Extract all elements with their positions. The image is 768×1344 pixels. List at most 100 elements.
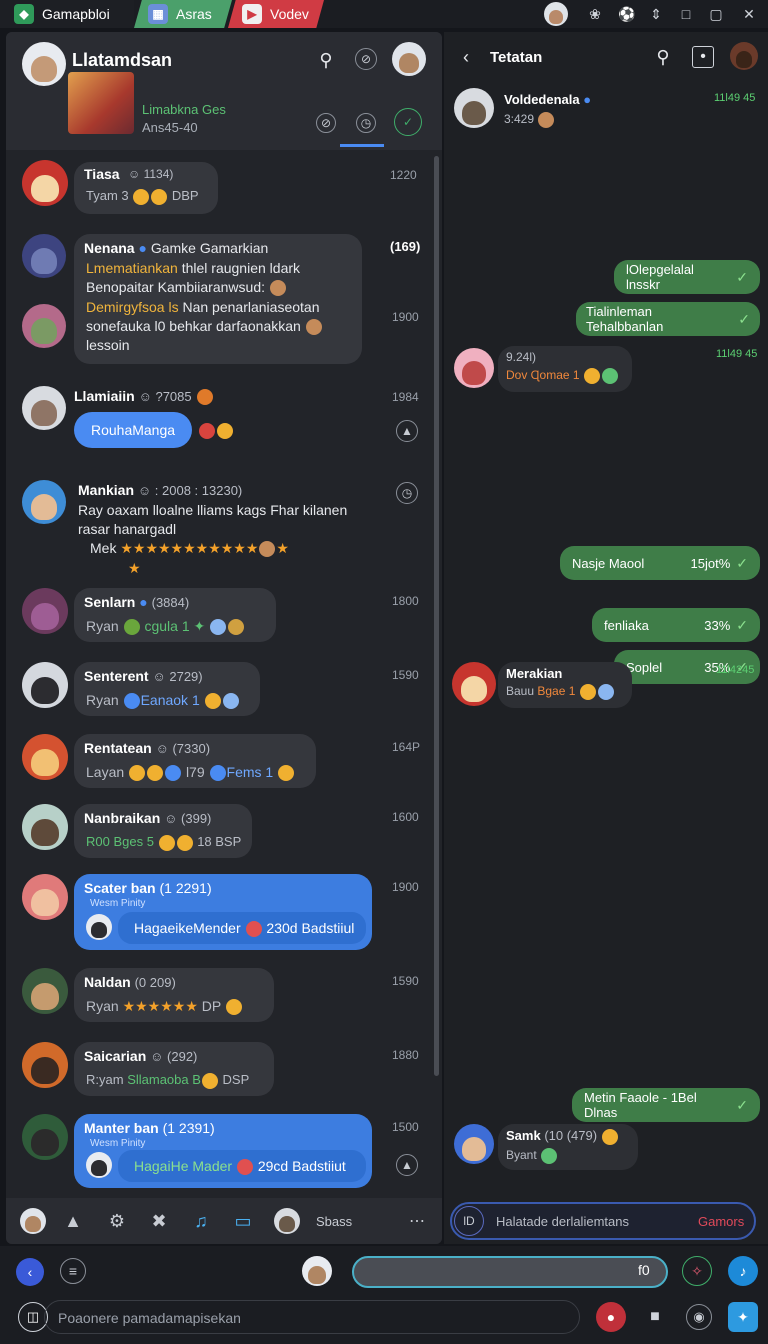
- chat-preview: Lmematiankan thlel raugnien ldark: [86, 260, 301, 276]
- search-icon[interactable]: ⚲: [314, 48, 338, 72]
- chat-item[interactable]: Saicarian ☺ (292) R:yam Sllamaoba B DSP …: [6, 1040, 430, 1102]
- chat-header: Manter ban (1 2391): [84, 1120, 215, 1136]
- music-icon[interactable]: ♫: [190, 1210, 212, 1232]
- chat-time: 1590: [392, 974, 419, 988]
- message-bubble-outgoing[interactable]: fenliaka 33% ✓: [592, 608, 760, 642]
- chat-list-panel: Llatamdsan ⚲ ⊘ Limabkna Ges Ans45-40 ⊘ ◷…: [6, 32, 442, 1244]
- bookmark-icon[interactable]: □: [675, 4, 697, 24]
- app-logo-icon: ◆: [14, 4, 34, 24]
- chat-time: 1590: [392, 668, 419, 682]
- back-icon[interactable]: ‹: [456, 46, 476, 68]
- toolbar-contact-avatar[interactable]: [274, 1208, 300, 1234]
- star-icon: ★: [128, 560, 141, 576]
- user-avatar[interactable]: [22, 42, 66, 86]
- tools-icon[interactable]: ✖: [148, 1210, 170, 1232]
- chat-time: 1900: [392, 310, 419, 324]
- back-circle-icon[interactable]: ‹: [16, 1258, 44, 1286]
- header-avatar[interactable]: [730, 42, 758, 70]
- chat-item[interactable]: Senterent ☺ 2729) Ryan Eanaok 1 1590: [6, 660, 430, 722]
- message-bubble-outgoing[interactable]: Metin Faaole - 1Bel Dlnas ✓: [572, 1088, 760, 1122]
- window-icon[interactable]: ▢: [705, 4, 727, 24]
- chat-header: Llamiaiin ☺ ?7085: [74, 388, 214, 406]
- calendar-icon[interactable]: •: [692, 46, 714, 68]
- banner-thumbnail[interactable]: [68, 72, 134, 134]
- footer-field[interactable]: [352, 1256, 668, 1288]
- chat-item[interactable]: Llamiaiin ☺ ?7085 RouhaManga 1984 ▲: [6, 382, 430, 454]
- more-icon[interactable]: ⋯: [406, 1210, 428, 1232]
- message-bubble-outgoing[interactable]: Nasje Maool 15jot% ✓: [560, 546, 760, 580]
- record-icon[interactable]: ●: [596, 1302, 626, 1332]
- send-icon[interactable]: ✦: [728, 1302, 758, 1332]
- chat-item[interactable]: Nanbraikan ☺ (399) R00 Bges 5 18 BSP 160…: [6, 802, 430, 864]
- chat-avatar: [22, 304, 66, 348]
- compass-icon[interactable]: ⊘: [316, 113, 336, 133]
- upload-icon[interactable]: ▲: [62, 1210, 84, 1232]
- chat-item[interactable]: Rentatean ☺ (7330) Layan l79 Fems 1 164P: [6, 732, 430, 794]
- chat-item[interactable]: Senlarn ● (3884) Ryan cgula 1 ✦ 1800: [6, 586, 430, 648]
- timer-icon[interactable]: ◷: [396, 482, 418, 504]
- close-icon[interactable]: ✕: [738, 4, 760, 24]
- chat-item[interactable]: Nenana ● Gamke Gamarkian Lmematiankan th…: [6, 232, 430, 368]
- profile-avatar[interactable]: [544, 2, 568, 26]
- chat-preview: Demirgyfsoa ls Nan penarlaniaseotan: [86, 299, 320, 315]
- mute-icon[interactable]: ▲: [396, 420, 418, 442]
- chat-time: 1880: [392, 1048, 419, 1062]
- menu-icon[interactable]: ≡: [60, 1258, 86, 1284]
- tab-vodev[interactable]: ▶ Vodev: [228, 0, 324, 28]
- footer-avatar[interactable]: [302, 1256, 332, 1286]
- chat-time: 1984: [392, 390, 419, 404]
- chat-time: 1500: [392, 1120, 419, 1134]
- contact-time: 11Ɩ49 45: [714, 92, 756, 104]
- contact-avatar[interactable]: [454, 88, 494, 128]
- conversation-panel: ‹ Tetatan ⚲ • Voldedenala ● 3:429 11Ɩ49 …: [444, 32, 768, 1244]
- chat-preview: Ryan cgula 1 ✦: [86, 618, 245, 636]
- pin-icon[interactable]: ⇕: [645, 4, 667, 24]
- chat-time: 1220: [390, 168, 417, 182]
- chat-time: (169): [390, 239, 421, 254]
- chat-item[interactable]: Scater ban (1 2291) Wesm Pinity Hagaeike…: [6, 872, 430, 956]
- chat-preview: Ryan ★★★★★★ DP: [86, 998, 243, 1016]
- chat-item[interactable]: Naldan (0 209) Ryan ★★★★★★ DP 1590: [6, 966, 430, 1028]
- clock-icon[interactable]: ◷: [356, 113, 376, 133]
- tab-gamapbloi[interactable]: ◆ Gamapbloi: [0, 0, 134, 28]
- tab-strip: ◆ Gamapbloi ▦ Asras ▶ Vodev ❀ ⚽ ⇕ □ ▢ ✕: [0, 0, 768, 28]
- settings-icon[interactable]: ⚙: [106, 1210, 128, 1232]
- music-note-icon[interactable]: ♪: [728, 1256, 758, 1286]
- message-bubble-outgoing[interactable]: Tialinleman Tehalbbanlan ✓: [576, 302, 760, 336]
- footer-field-value: f0: [638, 1262, 650, 1278]
- chat-preview: Ray oaxam lloalne lliams kags Fhar kilan…: [78, 502, 348, 518]
- tab-asras[interactable]: ▦ Asras: [134, 0, 232, 28]
- screen-icon[interactable]: ▭: [232, 1210, 254, 1232]
- message-sender: Samk (10 (479): [506, 1128, 619, 1145]
- sender-avatar: [454, 348, 494, 388]
- message-time: 11Ɩ4245: [716, 664, 755, 676]
- message-bubble-outgoing[interactable]: lOlepgelalal lnsskr ✓: [614, 260, 760, 294]
- contact-avatar[interactable]: [392, 42, 426, 76]
- message-text: Byant: [506, 1148, 558, 1164]
- message-text: Dov Ɋomae 1: [506, 368, 619, 384]
- chat-avatar: [22, 386, 66, 430]
- chat-header: Nanbraikan ☺ (399): [84, 810, 212, 826]
- chat-item[interactable]: Tiasa ☺ 1134) Tyam 3 DBP 1220: [6, 156, 430, 218]
- tag-icon[interactable]: ✧: [682, 1256, 712, 1286]
- extension-icon[interactable]: ❀: [584, 4, 606, 24]
- scrollbar[interactable]: [434, 156, 439, 1076]
- panel-title: Llatamdsan: [72, 50, 173, 70]
- banner-line2: Ans45-40: [142, 120, 198, 135]
- reply-pill-button[interactable]: RouhaManga: [74, 412, 192, 448]
- ball-icon[interactable]: ⚽: [616, 4, 638, 24]
- chat-header: Scater ban (1 2291): [84, 880, 212, 896]
- chat-item[interactable]: Manter ban (1 2391) Wesm Pinity HagaiHe …: [6, 1112, 430, 1196]
- contact-sub: 3:429: [504, 112, 555, 128]
- toolbar-avatar[interactable]: [20, 1208, 46, 1234]
- camera-icon[interactable]: ◉: [686, 1304, 712, 1330]
- lock-icon[interactable]: ■: [642, 1304, 668, 1330]
- input-action-button[interactable]: Gamors: [698, 1214, 744, 1229]
- search-icon[interactable]: ⚲: [652, 46, 674, 68]
- input-tag[interactable]: lD: [454, 1206, 484, 1236]
- mute-icon[interactable]: ▲: [396, 1154, 418, 1176]
- chat-item[interactable]: Mankian ☺ : 2008 : 13230) Ray oaxam lloa…: [6, 476, 430, 580]
- chat-name: Tiasa: [84, 166, 120, 182]
- check-icon[interactable]: ✓: [394, 108, 422, 136]
- speed-icon[interactable]: ⊘: [355, 48, 377, 70]
